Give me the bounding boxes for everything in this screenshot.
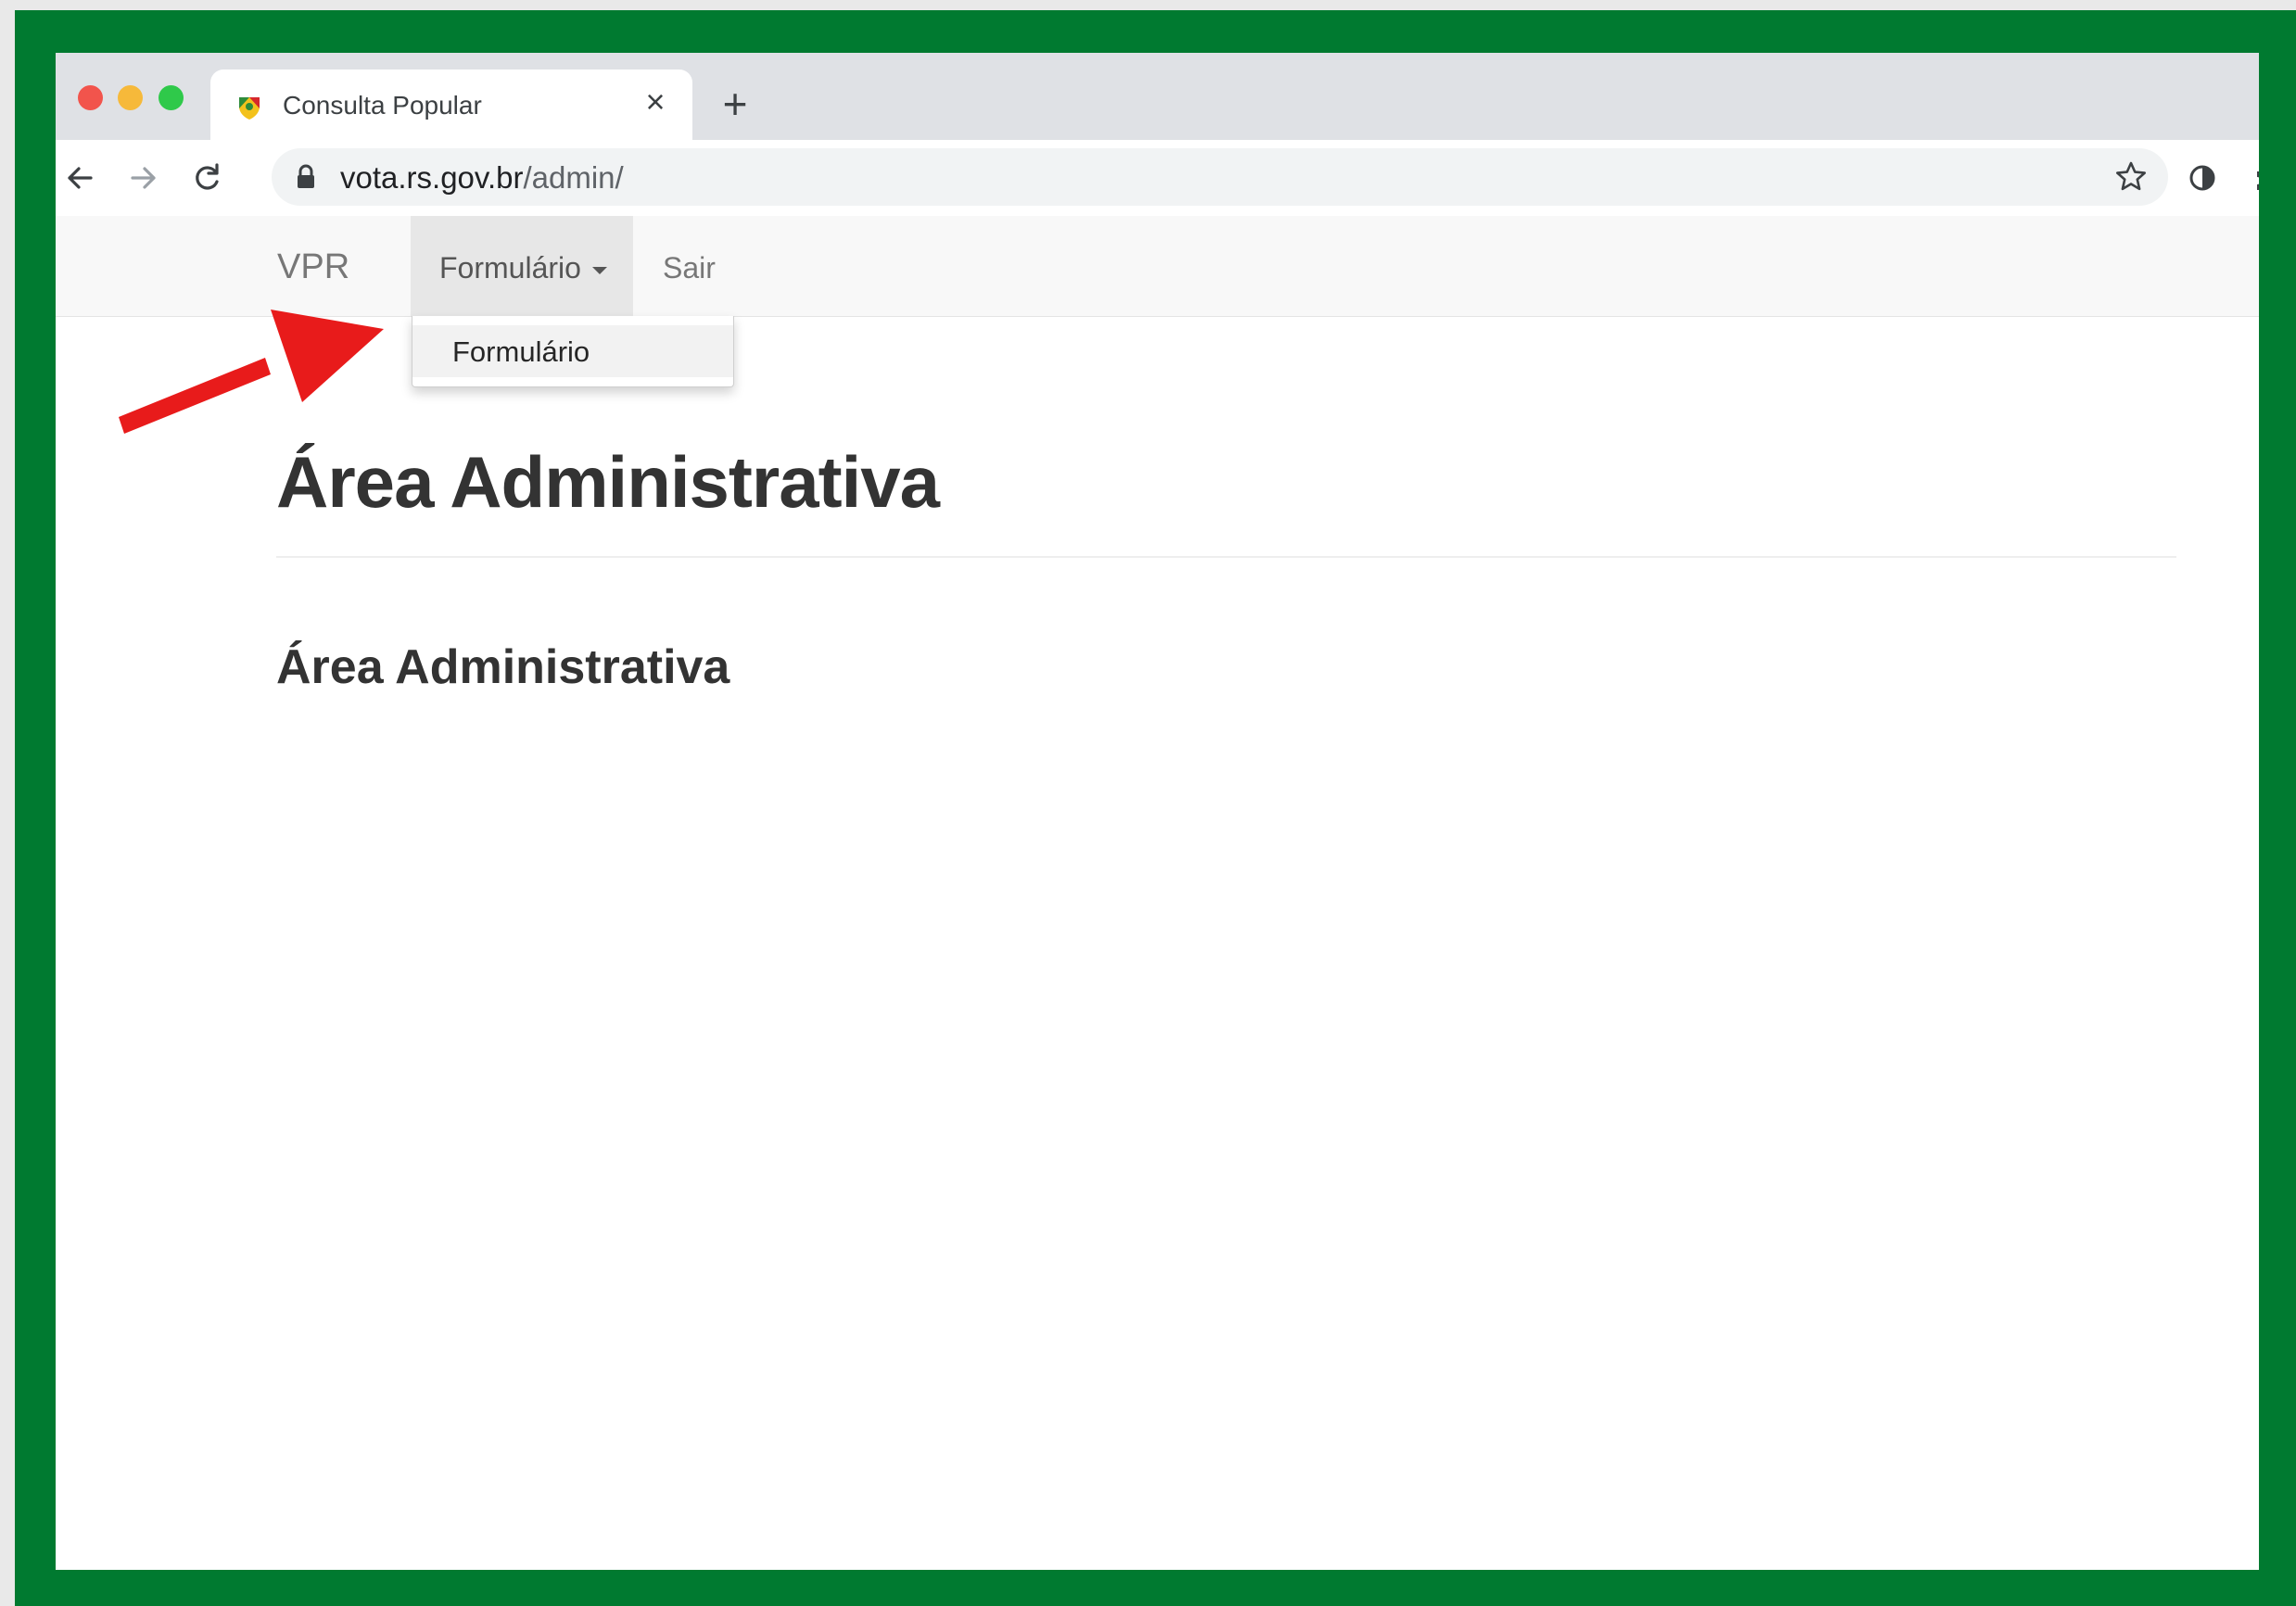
page-title: Área Administrativa	[276, 441, 940, 523]
tab-title: Consulta Popular	[283, 91, 482, 120]
browser-window: Consulta Popular × + vota.rs.gov.br/admi…	[56, 53, 2259, 1570]
section-title: Área Administrativa	[276, 640, 730, 694]
back-button[interactable]	[61, 159, 98, 196]
arrow-left-icon	[68, 167, 93, 189]
favicon-icon	[239, 97, 260, 120]
tab-strip: Consulta Popular × +	[56, 53, 2259, 140]
arrow-right-icon	[131, 167, 156, 189]
url-text: vota.rs.gov.br/admin/	[340, 160, 624, 196]
star-icon[interactable]	[2112, 158, 2150, 196]
url-host: vota.rs.gov.br	[340, 160, 524, 195]
lock-icon	[298, 164, 314, 188]
tab-close-icon[interactable]: ×	[637, 83, 674, 120]
close-window-button[interactable]	[78, 85, 103, 110]
circle-extension-icon[interactable]	[2185, 160, 2220, 196]
url-path: /admin/	[523, 160, 624, 195]
address-input[interactable]: vota.rs.gov.br/admin/	[272, 148, 2168, 206]
red-arrow-annotation-icon	[119, 310, 384, 434]
nav-dropdown-text: Formulário	[439, 251, 581, 285]
site-navbar: VPR Formulário Sair	[56, 216, 2259, 317]
forward-button[interactable]	[125, 159, 162, 196]
minimize-window-button[interactable]	[118, 85, 143, 110]
dropdown-item-formulario[interactable]: Formulário	[452, 335, 590, 369]
reload-icon	[196, 163, 219, 190]
puzzle-icon[interactable]	[2250, 160, 2259, 196]
navbar-brand[interactable]: VPR	[277, 247, 349, 287]
browser-tab[interactable]: Consulta Popular ×	[210, 70, 692, 140]
reload-button[interactable]	[188, 159, 225, 196]
address-toolbar: vota.rs.gov.br/admin/	[56, 140, 2259, 217]
caret-down-icon	[591, 266, 607, 274]
nav-link-sair[interactable]: Sair	[663, 251, 716, 285]
nav-dropdown-formulario[interactable]: Formulário	[411, 216, 633, 316]
nav-dropdown-label: Formulário	[439, 251, 607, 285]
dropdown-menu: Formulário	[412, 316, 734, 387]
maximize-window-button[interactable]	[159, 85, 184, 110]
title-divider	[276, 556, 2176, 558]
new-tab-button[interactable]: +	[715, 82, 755, 125]
